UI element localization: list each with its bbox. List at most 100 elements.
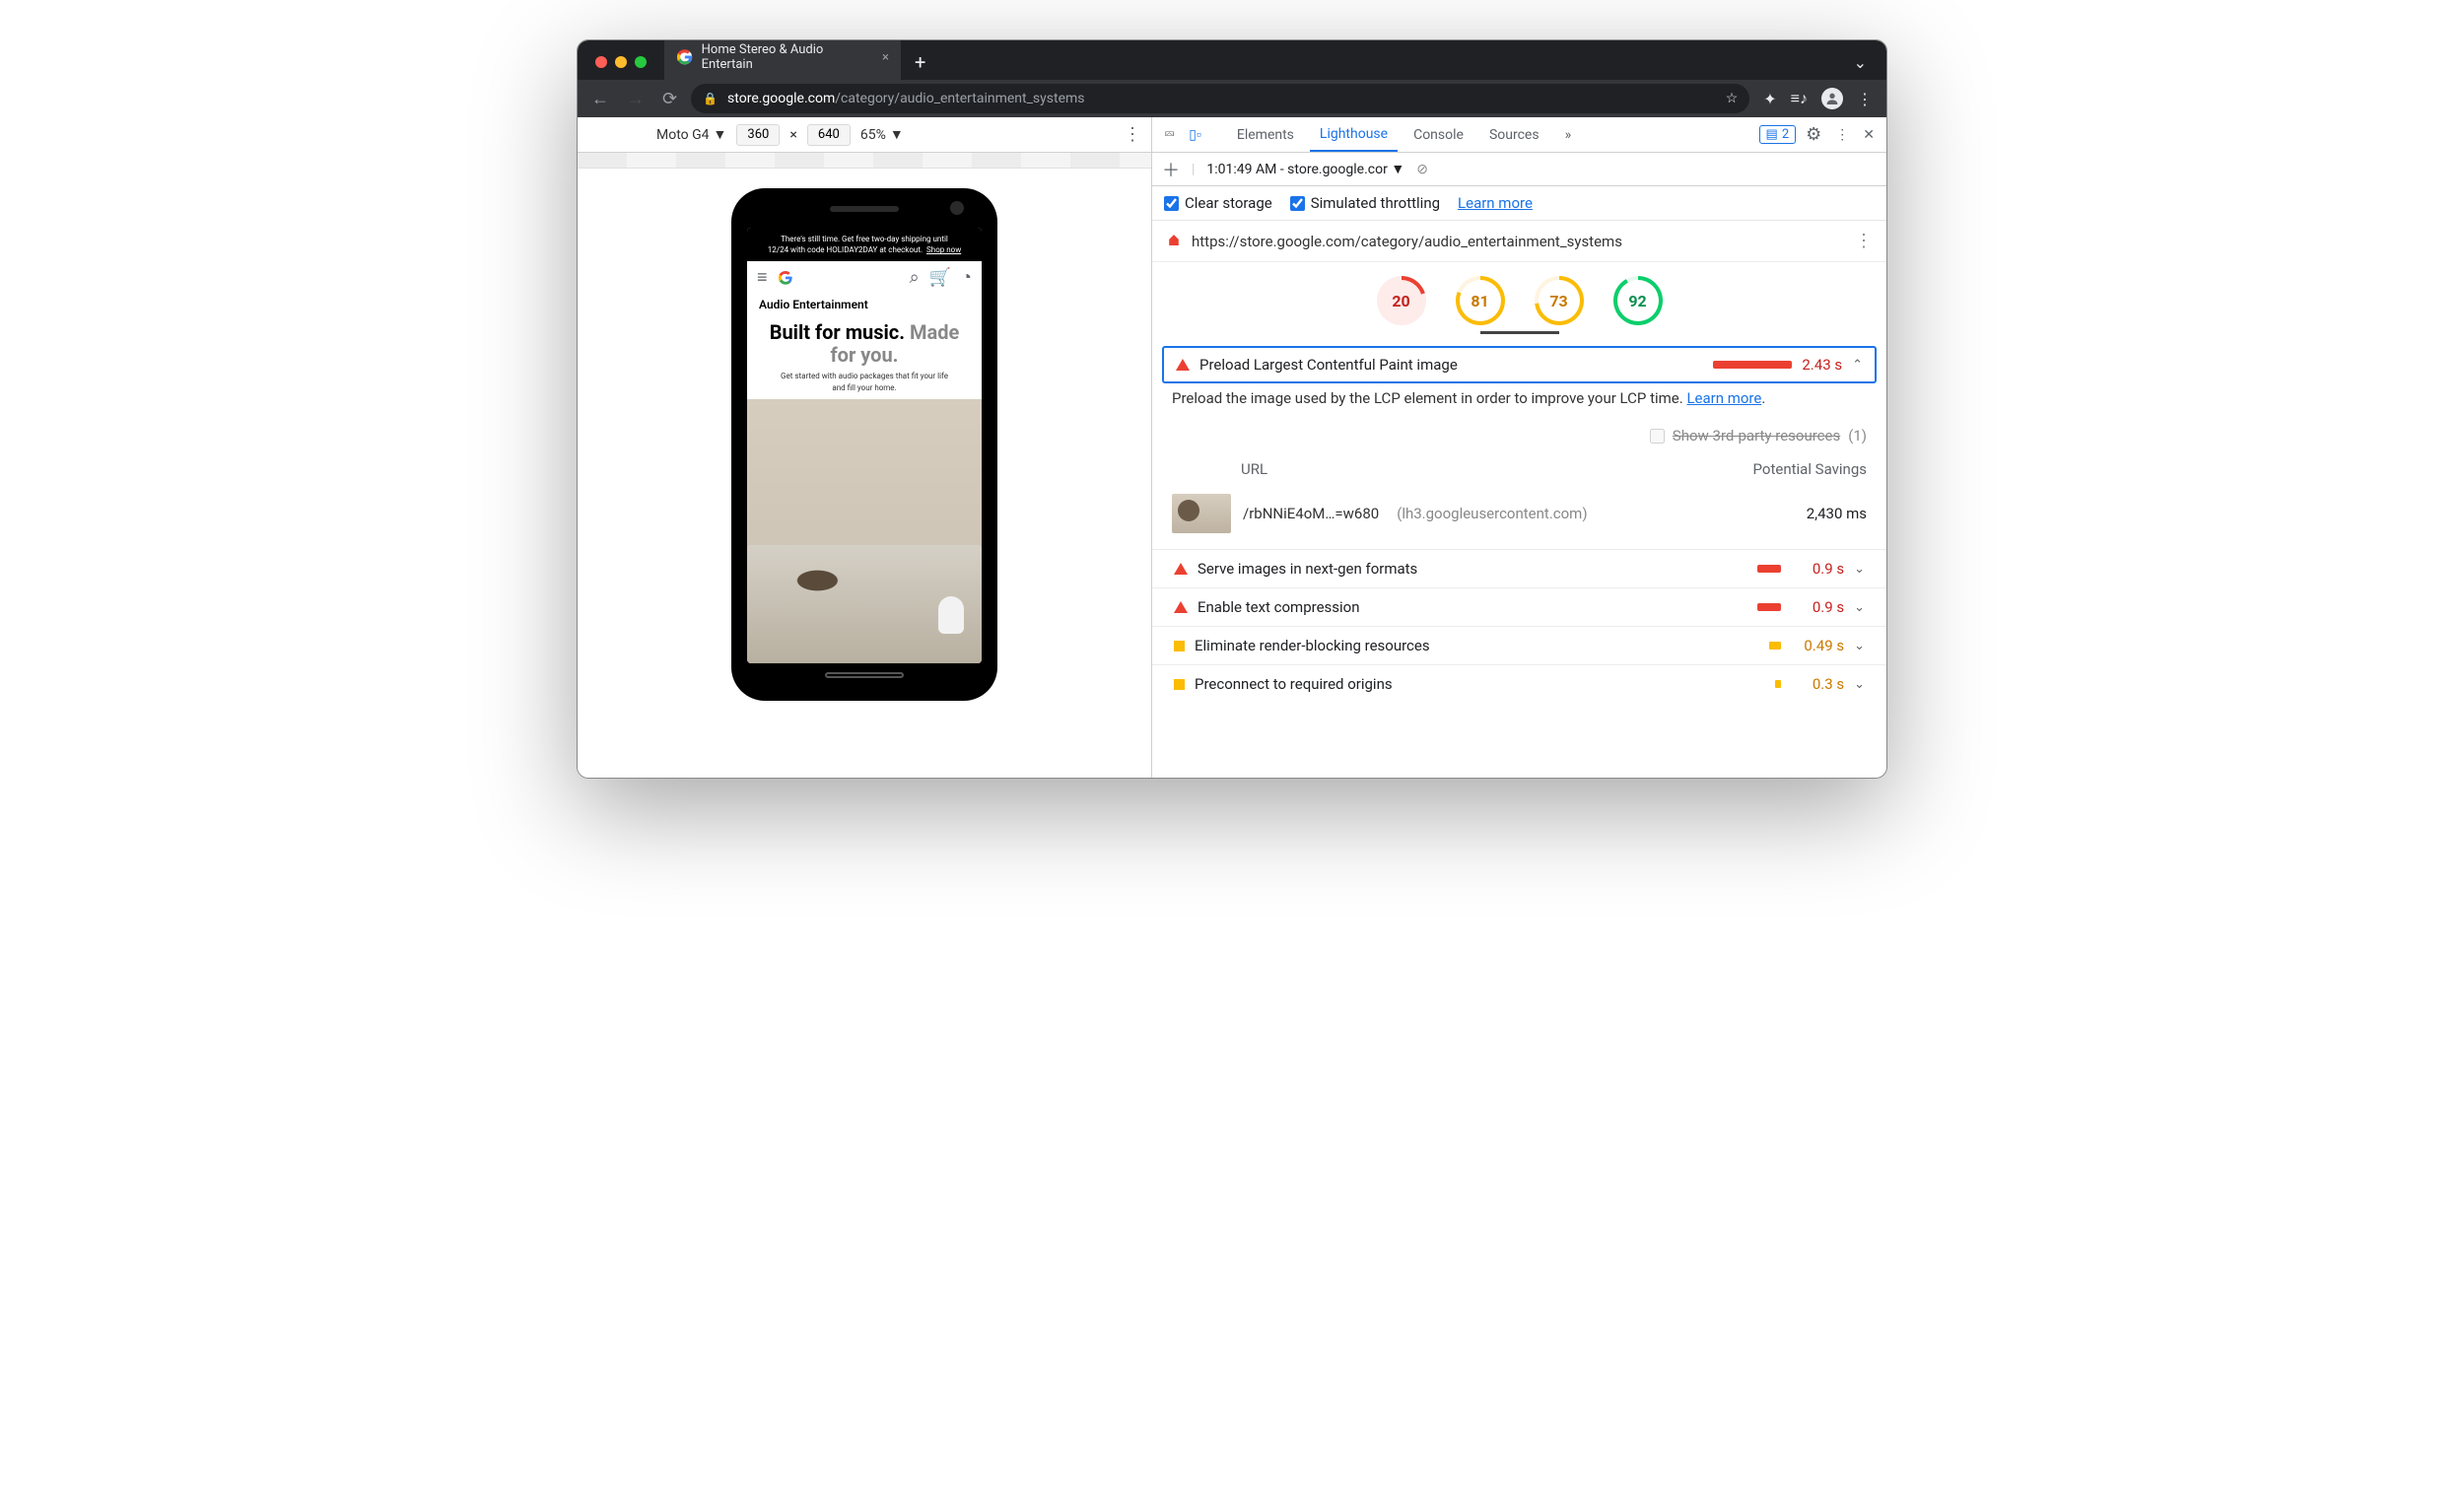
phone-screen[interactable]: There's still time. Get free two-day shi… xyxy=(747,228,982,663)
lighthouse-options: Clear storage Simulated throttling Learn… xyxy=(1152,186,1886,221)
score-seo[interactable]: 92 xyxy=(1613,276,1663,325)
chrome-window: Home Stereo & Audio Entertain × + ⌄ ← → … xyxy=(577,39,1887,779)
third-party-count: (1) xyxy=(1848,427,1867,445)
address-bar: ← → ⟳ 🔒 store.google.com/category/audio_… xyxy=(578,80,1886,117)
throttling-label: Simulated throttling xyxy=(1311,194,1440,212)
minimize-window-button[interactable] xyxy=(615,56,627,68)
audit-expanded: Preload Largest Contentful Paint image 2… xyxy=(1162,346,1877,383)
audit-time: 2.43 s xyxy=(1802,356,1842,374)
chevron-down-icon: ⌄ xyxy=(1854,677,1865,692)
forward-button[interactable]: → xyxy=(623,89,649,109)
new-report-button[interactable]: ＋ xyxy=(1162,157,1180,182)
audit-bar xyxy=(1775,680,1781,688)
lighthouse-toolbar: ＋ | 1:01:49 AM - store.google.cor ▼ ⊘ xyxy=(1152,153,1886,186)
chevron-down-icon: ⌄ xyxy=(1854,600,1865,615)
audit-header[interactable]: Preload Largest Contentful Paint image 2… xyxy=(1164,348,1875,381)
cart-icon[interactable]: 🛒 xyxy=(929,267,951,288)
lock-icon: 🔒 xyxy=(703,92,718,105)
audit-row[interactable]: Preconnect to required origins 0.3 s ⌄ xyxy=(1152,664,1886,703)
score-accessibility[interactable]: 81 xyxy=(1456,276,1505,325)
audit-row-title: Preconnect to required origins xyxy=(1195,675,1393,693)
score-performance[interactable]: 20 xyxy=(1377,276,1426,325)
audited-url: https://store.google.com/category/audio_… xyxy=(1192,233,1622,250)
issues-badge[interactable]: ▤2 xyxy=(1759,125,1797,144)
reading-list-icon[interactable]: ≡♪ xyxy=(1791,89,1808,108)
device-toggle-icon[interactable]: ▯▫ xyxy=(1185,126,1205,143)
score-performance-value: 20 xyxy=(1392,292,1409,310)
report-menu-icon[interactable]: ⋮ xyxy=(1855,231,1873,251)
col-savings: Potential Savings xyxy=(1753,460,1867,478)
hamburger-icon[interactable]: ≡ xyxy=(757,267,768,288)
tab-console[interactable]: Console xyxy=(1403,119,1473,151)
third-party-filter: Show 3rd-party resources (1) xyxy=(1152,421,1886,454)
device-toolbar-menu[interactable]: ⋮ xyxy=(1124,124,1141,145)
report-label: 1:01:49 AM - store.google.cor xyxy=(1206,162,1387,177)
audit-row[interactable]: Serve images in next-gen formats0.9 s⌄ xyxy=(1152,549,1886,587)
audit-row-value: 0.49 s xyxy=(1791,637,1844,654)
new-tab-button[interactable]: + xyxy=(901,50,939,80)
audit-row-title: Enable text compression xyxy=(1198,598,1360,616)
report-select[interactable]: 1:01:49 AM - store.google.cor ▼ xyxy=(1206,161,1404,177)
audit-table-header: URL Potential Savings xyxy=(1172,454,1867,484)
browser-tab[interactable]: Home Stereo & Audio Entertain × xyxy=(664,39,901,80)
audit-row-value: 0.3 s xyxy=(1791,675,1844,693)
tabs-overflow[interactable]: » xyxy=(1555,119,1582,151)
audit-desc-text: Preload the image used by the LCP elemen… xyxy=(1172,389,1686,407)
chevron-down-icon: ⌄ xyxy=(1854,562,1865,577)
site-header: ≡ ⌕ 🛒 ◔ xyxy=(747,261,982,294)
account-icon[interactable]: ◔ xyxy=(961,267,972,288)
device-name: Moto G4 xyxy=(656,127,710,143)
audit-learn-more-link[interactable]: Learn more xyxy=(1686,389,1761,407)
clear-icon[interactable]: ⊘ xyxy=(1416,162,1428,177)
score-best-practices[interactable]: 73 xyxy=(1535,276,1584,325)
tab-sources[interactable]: Sources xyxy=(1479,119,1549,151)
audit-bar xyxy=(1713,361,1792,369)
maximize-window-button[interactable] xyxy=(635,56,647,68)
tab-lighthouse[interactable]: Lighthouse xyxy=(1310,118,1398,152)
audit-row-value: 0.9 s xyxy=(1791,598,1844,616)
devtools-menu-icon[interactable]: ⋮ xyxy=(1831,127,1853,143)
chevron-down-icon: ⌄ xyxy=(1854,639,1865,653)
throttling-checkbox[interactable]: Simulated throttling xyxy=(1290,194,1440,212)
close-tab-icon[interactable]: × xyxy=(882,50,889,65)
viewport-width-input[interactable] xyxy=(736,124,780,146)
score-accessibility-value: 81 xyxy=(1471,292,1488,310)
reload-button[interactable]: ⟳ xyxy=(658,89,681,109)
issues-count: 2 xyxy=(1782,127,1789,142)
camera-icon xyxy=(950,201,964,215)
severity-triangle-icon xyxy=(1174,563,1188,575)
lighthouse-icon xyxy=(1166,234,1182,249)
device-select[interactable]: Moto G4 ▼ xyxy=(656,126,726,143)
audit-table: URL Potential Savings /rbNNiE4oM…=w680 (… xyxy=(1152,454,1886,549)
extensions-icon[interactable]: ✦ xyxy=(1763,90,1776,108)
close-window-button[interactable] xyxy=(595,56,607,68)
settings-gear-icon[interactable]: ⚙ xyxy=(1802,124,1825,145)
viewport-height-input[interactable] xyxy=(807,124,851,146)
audited-url-row: https://store.google.com/category/audio_… xyxy=(1152,221,1886,262)
severity-square-icon xyxy=(1174,641,1185,651)
search-icon[interactable]: ⌕ xyxy=(910,267,920,288)
chevron-up-icon: ⌃ xyxy=(1852,358,1863,373)
tab-title: Home Stereo & Audio Entertain xyxy=(702,42,874,72)
promo-line-2: 12/24 with code HOLIDAY2DAY at checkout. xyxy=(768,245,923,254)
zoom-select[interactable]: 65% ▼ xyxy=(860,126,904,143)
third-party-checkbox[interactable] xyxy=(1650,429,1665,444)
clear-storage-checkbox[interactable]: Clear storage xyxy=(1164,194,1272,212)
tabs-menu-button[interactable]: ⌄ xyxy=(1844,53,1877,80)
inspect-icon[interactable]: ⮹ xyxy=(1160,127,1179,143)
learn-more-link[interactable]: Learn more xyxy=(1458,194,1533,212)
url-input[interactable]: 🔒 store.google.com/category/audio_entert… xyxy=(691,84,1749,113)
zoom-value: 65% xyxy=(860,127,886,143)
tab-elements[interactable]: Elements xyxy=(1227,119,1304,151)
resource-url[interactable]: /rbNNiE4oM…=w680 xyxy=(1243,505,1379,522)
audit-row[interactable]: Enable text compression 0.9 s ⌄ xyxy=(1152,587,1886,626)
close-devtools-icon[interactable]: ✕ xyxy=(1859,127,1879,143)
back-button[interactable]: ← xyxy=(587,89,613,109)
chrome-menu-icon[interactable]: ⋮ xyxy=(1857,90,1873,108)
traffic-lights xyxy=(587,56,654,80)
promo-link[interactable]: Shop now xyxy=(926,245,961,254)
url-host: store.google.com xyxy=(727,91,835,106)
profile-avatar[interactable] xyxy=(1821,88,1843,109)
bookmark-icon[interactable]: ☆ xyxy=(1726,91,1739,106)
audit-row[interactable]: Eliminate render-blocking resources0.49 … xyxy=(1152,626,1886,664)
